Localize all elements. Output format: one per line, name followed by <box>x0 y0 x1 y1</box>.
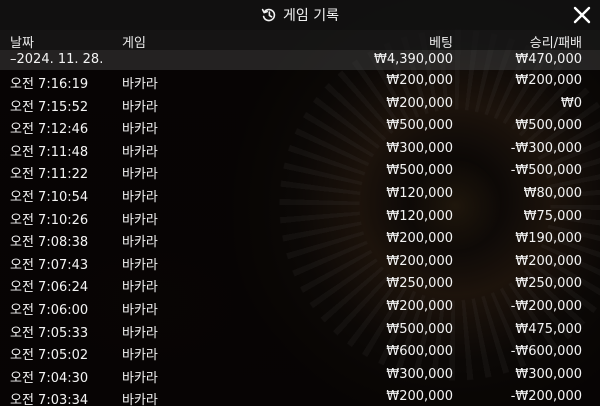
row-time: 오전 7:10:26 <box>10 212 89 228</box>
row-result: -₩500,000 <box>510 163 582 179</box>
row-time: 오전 7:08:38 <box>10 235 89 251</box>
column-header-row: 날짜 게임 베팅 승리/패배 <box>0 30 600 51</box>
history-row[interactable]: 오전 7:04:30 바카라 ₩300,000 ₩300,000 <box>0 364 600 387</box>
row-game: 바카라 <box>122 302 158 318</box>
row-result: ₩475,000 <box>515 321 582 337</box>
row-game: 바카라 <box>122 77 158 92</box>
summary-date: –2024. 11. 28. <box>10 52 104 67</box>
row-bet: ₩250,000 <box>386 276 453 292</box>
row-time: 오전 7:05:33 <box>10 325 89 341</box>
row-result: ₩75,000 <box>523 208 582 224</box>
row-result: -₩200,000 <box>510 298 582 314</box>
row-bet: ₩500,000 <box>386 163 453 179</box>
history-row[interactable]: 오전 7:05:02 바카라 ₩600,000 -₩600,000 <box>0 341 600 364</box>
date-summary-row[interactable]: –2024. 11. 28. ₩4,390,000 ₩470,000 <box>0 50 600 70</box>
row-bet: ₩500,000 <box>386 118 453 134</box>
history-row[interactable]: 오전 7:11:48 바카라 ₩300,000 -₩300,000 <box>0 138 600 161</box>
history-row[interactable]: 오전 7:08:38 바카라 ₩200,000 ₩190,000 <box>0 228 600 251</box>
row-game: 바카라 <box>122 189 158 205</box>
history-icon <box>261 7 277 23</box>
row-bet: ₩300,000 <box>386 366 453 382</box>
summary-bet-total: ₩4,390,000 <box>373 52 453 67</box>
column-header-date: 날짜 <box>10 36 34 51</box>
history-row[interactable]: 오전 7:15:52 바카라 ₩200,000 ₩0 <box>0 93 600 116</box>
row-game: 바카라 <box>122 235 158 251</box>
row-bet: ₩200,000 <box>386 95 453 111</box>
close-icon[interactable] <box>572 5 592 25</box>
row-result: ₩250,000 <box>515 276 582 292</box>
row-time: 오전 7:07:43 <box>10 257 89 273</box>
panel-title: 게임 기록 <box>283 8 339 24</box>
row-result: ₩200,000 <box>515 253 582 269</box>
row-result: ₩500,000 <box>515 118 582 134</box>
row-bet: ₩600,000 <box>386 344 453 360</box>
row-result: ₩80,000 <box>523 185 582 201</box>
row-game: 바카라 <box>122 280 158 296</box>
row-bet: ₩200,000 <box>386 231 453 247</box>
row-result: ₩300,000 <box>515 366 582 382</box>
row-bet: ₩200,000 <box>386 73 453 88</box>
row-bet: ₩300,000 <box>386 140 453 156</box>
row-time: 오전 7:12:46 <box>10 122 89 138</box>
history-row[interactable]: 오전 7:05:33 바카라 ₩500,000 ₩475,000 <box>0 319 600 342</box>
row-bet: ₩200,000 <box>386 253 453 269</box>
history-row[interactable]: 오전 7:07:43 바카라 ₩200,000 ₩200,000 <box>0 251 600 274</box>
row-result: ₩200,000 <box>515 73 582 88</box>
row-game: 바카라 <box>122 167 158 183</box>
history-row[interactable]: 오전 7:16:19 바카라 ₩200,000 ₩200,000 <box>0 70 600 93</box>
row-game: 바카라 <box>122 348 158 364</box>
row-time: 오전 7:10:54 <box>10 189 89 205</box>
row-bet: ₩120,000 <box>386 208 453 224</box>
row-game: 바카라 <box>122 370 158 386</box>
row-game: 바카라 <box>122 212 158 228</box>
history-row[interactable]: 오전 7:10:54 바카라 ₩120,000 ₩80,000 <box>0 183 600 206</box>
row-time: 오전 7:04:30 <box>10 370 89 386</box>
column-header-result: 승리/패배 <box>529 36 582 51</box>
title-group: 게임 기록 <box>0 0 600 30</box>
history-row[interactable]: 오전 7:06:24 바카라 ₩250,000 ₩250,000 <box>0 273 600 296</box>
row-bet: ₩200,000 <box>386 298 453 314</box>
row-game: 바카라 <box>122 257 158 273</box>
summary-result-total: ₩470,000 <box>515 52 582 67</box>
row-time: 오전 7:05:02 <box>10 348 89 364</box>
history-row[interactable]: 오전 7:10:26 바카라 ₩120,000 ₩75,000 <box>0 206 600 229</box>
row-time: 오전 7:11:48 <box>10 144 89 160</box>
row-time: 오전 7:16:19 <box>10 77 89 92</box>
row-result: ₩0 <box>560 95 582 111</box>
row-bet: ₩200,000 <box>386 389 453 405</box>
row-result: -₩300,000 <box>510 140 582 156</box>
row-game: 바카라 <box>122 144 158 160</box>
row-time: 오전 7:06:24 <box>10 280 89 296</box>
row-time: 오전 7:11:22 <box>10 167 89 183</box>
row-game: 바카라 <box>122 393 158 406</box>
column-header-bet: 베팅 <box>429 36 453 51</box>
history-row[interactable]: 오전 7:12:46 바카라 ₩500,000 ₩500,000 <box>0 115 600 138</box>
row-game: 바카라 <box>122 325 158 341</box>
row-result: -₩600,000 <box>510 344 582 360</box>
row-result: ₩190,000 <box>515 231 582 247</box>
history-row[interactable]: 오전 7:06:00 바카라 ₩200,000 -₩200,000 <box>0 296 600 319</box>
row-game: 바카라 <box>122 99 158 115</box>
row-time: 오전 7:15:52 <box>10 99 89 115</box>
close-button[interactable] <box>572 5 592 25</box>
history-row[interactable]: 오전 7:11:22 바카라 ₩500,000 -₩500,000 <box>0 160 600 183</box>
history-row[interactable]: 오전 7:03:34 바카라 ₩200,000 -₩200,000 <box>0 386 600 406</box>
column-header-game: 게임 <box>122 36 146 51</box>
row-time: 오전 7:06:00 <box>10 302 89 318</box>
row-time: 오전 7:03:34 <box>10 393 89 406</box>
row-game: 바카라 <box>122 122 158 138</box>
history-list: –2024. 11. 28. ₩4,390,000 ₩470,000 오전 7:… <box>0 50 600 406</box>
row-result: -₩200,000 <box>510 389 582 405</box>
game-history-panel: 게임 기록 날짜 게임 베팅 승리/패배 –2024. 11. 28. ₩4,3… <box>0 0 600 406</box>
row-bet: ₩120,000 <box>386 185 453 201</box>
row-bet: ₩500,000 <box>386 321 453 337</box>
